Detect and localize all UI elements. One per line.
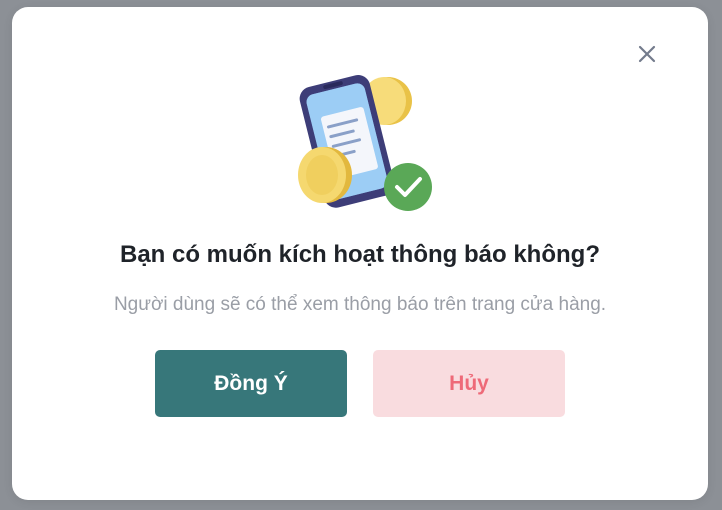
cancel-button-label: Hủy xyxy=(449,371,489,395)
confirm-button-label: Đồng Ý xyxy=(214,371,288,395)
cancel-button[interactable]: Hủy xyxy=(373,350,565,417)
close-button[interactable] xyxy=(634,41,660,67)
close-icon xyxy=(638,45,656,63)
dialog-title: Bạn có muốn kích hoạt thông báo không? xyxy=(120,241,600,268)
illustration-svg xyxy=(298,75,432,211)
dialog-description: Người dùng sẽ có thể xem thông báo trên … xyxy=(113,294,607,315)
activate-notification-dialog: Bạn có muốn kích hoạt thông báo không? N… xyxy=(12,7,708,500)
phone-coins-check-illustration xyxy=(280,71,440,211)
confirm-button[interactable]: Đồng Ý xyxy=(155,350,347,417)
